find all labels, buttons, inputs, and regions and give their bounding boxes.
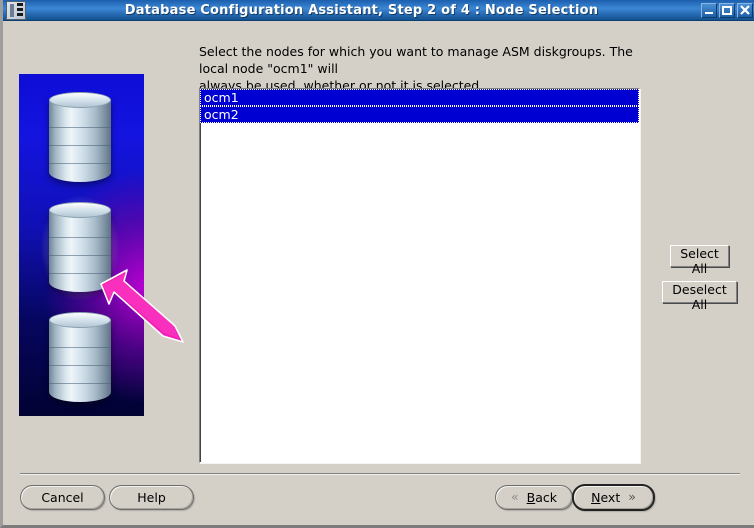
maximize-icon[interactable] [719,2,735,18]
window-title: Database Configuration Assistant, Step 2… [124,2,599,18]
database-cluster-illustration [19,74,184,416]
double-chevron-left-icon: « [510,489,519,505]
node-list[interactable]: ocm1 ocm2 [199,88,640,463]
dialog-bottom-edge [6,518,754,525]
double-chevron-right-icon: » [628,489,636,505]
help-button[interactable]: Help [109,485,194,510]
title-bar[interactable]: Database Configuration Assistant, Step 2… [3,0,754,21]
cancel-button[interactable]: Cancel [20,485,105,510]
instructions-line-1: Select the nodes for which you want to m… [199,44,633,76]
list-item[interactable]: ocm2 [200,106,639,123]
select-all-button[interactable]: Select All [670,245,729,276]
cancel-button-label: Cancel [41,490,84,505]
instructions-text: Select the nodes for which you want to m… [199,43,659,94]
help-button-label: Help [137,490,166,505]
next-button[interactable]: Next » [572,484,655,511]
close-icon[interactable] [737,2,753,18]
list-item[interactable]: ocm1 [200,89,639,106]
application-window: Database Configuration Assistant, Step 2… [0,0,754,528]
next-button-label: Next [591,490,621,505]
footer-separator [20,473,740,475]
database-document-icon [6,0,26,20]
back-button[interactable]: « Back [495,485,573,510]
minimize-icon[interactable] [701,2,717,18]
back-button-label: Back [526,490,557,505]
dialog-content: Select the nodes for which you want to m… [6,21,754,525]
deselect-all-button[interactable]: Deselect All [662,281,737,312]
